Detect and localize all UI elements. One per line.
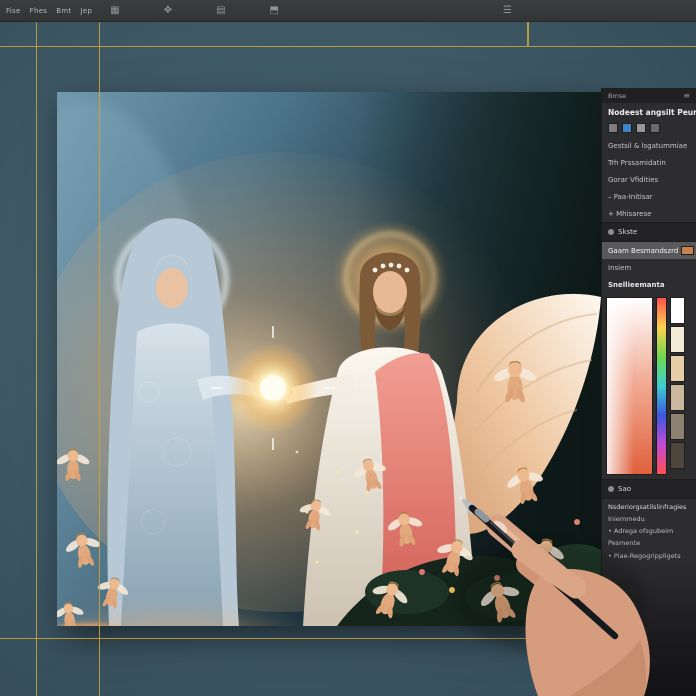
panel-row-mhisarese[interactable]: + Mhisarese (602, 205, 696, 222)
color-swatch[interactable] (670, 297, 685, 324)
layers-icon[interactable]: ⬒ (270, 6, 279, 16)
menu-item-jep[interactable]: Jep (81, 7, 93, 15)
color-swatch[interactable] (670, 384, 685, 411)
panel-tool-icon-1[interactable] (608, 123, 618, 133)
panel-row-presentation[interactable]: Trh Prssamidatin (602, 154, 696, 171)
panel-row-snellieemanta[interactable]: Snellieemanta (602, 276, 696, 293)
panel-tab-label[interactable]: Bmse (608, 92, 626, 100)
color-swatch[interactable] (670, 355, 685, 382)
guide-tick-top (527, 22, 529, 46)
panel-row-utilities[interactable]: Gorar Vfidities (602, 171, 696, 188)
panel-row-insiem[interactable]: Insiem (602, 259, 696, 276)
selected-swatch[interactable] (681, 246, 694, 255)
menu-item-fise[interactable]: Fise (6, 7, 21, 15)
hand-with-stylus (420, 468, 696, 696)
menu-item-fhes[interactable]: Fhes (30, 7, 48, 15)
panel-row-general[interactable]: Gestsil & lsgatummiae (602, 137, 696, 154)
grid-icon[interactable]: ▦ (110, 6, 119, 16)
hue-bar[interactable] (656, 297, 667, 475)
menu-item-bmt[interactable]: Bmt (56, 7, 71, 15)
guide-vertical-1[interactable] (36, 22, 37, 696)
color-gradient[interactable] (606, 297, 653, 475)
panel-tool-icon-2[interactable] (636, 123, 646, 133)
panel-tool-icon-3[interactable] (650, 123, 660, 133)
workspace-background: Bmse ≡ Nodeest angsilt Peurnttia Gestsil… (0, 22, 696, 696)
toolbar-icons: ▦ ✥ ▤ ⬒ ☰ (110, 6, 556, 16)
panel-menu-icon[interactable]: ≡ (683, 91, 690, 100)
panel-icon-row (602, 120, 696, 137)
color-picker (602, 293, 696, 479)
panel-section-state[interactable]: Skste (602, 222, 696, 242)
section-state-icon (608, 229, 614, 235)
panel-selected-row[interactable]: Gaam Besmandszrd (602, 242, 696, 259)
color-swatch[interactable] (670, 442, 685, 469)
panel-row-initisar[interactable]: – Paa-Initisar (602, 188, 696, 205)
menu-bar: Fise Fhes Bmt Jep (6, 7, 92, 15)
color-swatch[interactable] (670, 326, 685, 353)
panel-section-state-label: Skste (618, 228, 637, 236)
guide-vertical-2[interactable] (99, 22, 100, 696)
shape-tool-icon[interactable]: ▤ (216, 6, 225, 16)
move-tool-icon[interactable]: ✥ (164, 6, 172, 16)
panel-tab-bar: Bmse ≡ (602, 88, 696, 103)
panel-title: Nodeest angsilt Peurnttia (602, 103, 696, 120)
window-menu-icon[interactable]: ☰ (503, 6, 512, 16)
color-swatch[interactable] (670, 413, 685, 440)
swatch-column (670, 297, 687, 475)
app-window: Fise Fhes Bmt Jep ▦ ✥ ▤ ⬒ ☰ (0, 0, 696, 696)
panel-tool-icon-active[interactable] (622, 123, 632, 133)
panel-selected-label: Gaam Besmandszrd (608, 247, 678, 255)
toolbar: Fise Fhes Bmt Jep ▦ ✥ ▤ ⬒ ☰ (0, 0, 696, 22)
guide-horizontal-top[interactable] (0, 46, 696, 47)
